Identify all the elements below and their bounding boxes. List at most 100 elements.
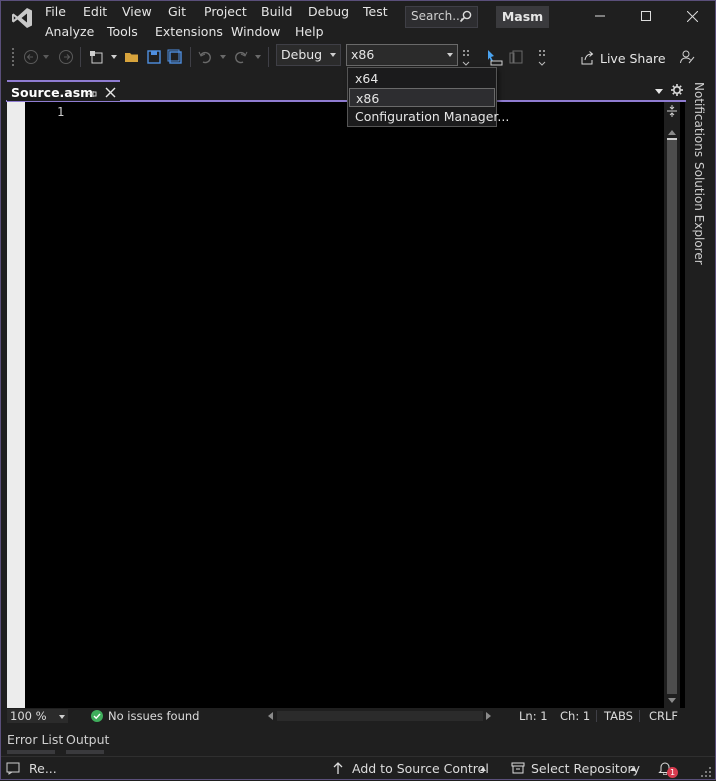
add-to-source-control-button[interactable]: Add to Source Control xyxy=(330,757,490,780)
save-icon[interactable] xyxy=(145,48,163,66)
menu-tools[interactable]: Tools xyxy=(107,22,138,42)
resize-grip-icon[interactable] xyxy=(700,766,712,778)
menu-file[interactable]: File xyxy=(45,2,66,22)
editor-margin xyxy=(7,102,25,708)
menu-bar: File Edit View Git Project Build Debug T… xyxy=(40,2,400,42)
line-indicator[interactable]: Ln: 1 xyxy=(519,709,548,723)
close-window-button[interactable] xyxy=(669,0,715,32)
menu-view[interactable]: View xyxy=(122,2,152,22)
solution-platform-value: x86 xyxy=(351,47,375,62)
navigate-forward-icon[interactable] xyxy=(57,48,75,66)
tab-output[interactable]: Output xyxy=(64,730,109,756)
document-tab-strip: Source.asm xyxy=(6,80,686,102)
side-panel-tab-notifications[interactable]: Notifications xyxy=(688,80,710,157)
check-circle-icon xyxy=(91,710,103,725)
chevron-down-icon xyxy=(59,715,65,719)
platform-option-x64[interactable]: x64 xyxy=(349,69,495,88)
side-panel-notifications-label: Notifications xyxy=(692,82,706,158)
minimize-button[interactable] xyxy=(577,0,623,32)
select-repository-button[interactable]: Select Repository xyxy=(510,757,640,780)
scrollbar-thumb[interactable] xyxy=(667,138,677,694)
navigate-back-icon[interactable] xyxy=(22,48,40,66)
chevron-up-icon xyxy=(480,767,486,771)
feedback-person-icon[interactable] xyxy=(678,48,696,66)
maximize-button[interactable] xyxy=(623,0,669,32)
search-label: Search... xyxy=(411,9,464,23)
scroll-right-arrow-icon[interactable] xyxy=(486,712,491,720)
new-project-icon[interactable] xyxy=(88,48,106,66)
redo-icon[interactable] xyxy=(231,48,249,66)
toolbar-grip[interactable] xyxy=(12,48,16,66)
document-tab-title: Source.asm xyxy=(11,85,94,100)
platform-option-configuration-manager[interactable]: Configuration Manager... xyxy=(349,107,509,126)
menu-debug[interactable]: Debug xyxy=(308,2,349,22)
issues-text: No issues found xyxy=(108,709,200,723)
menu-git[interactable]: Git xyxy=(168,2,186,22)
menu-help[interactable]: Help xyxy=(295,22,324,42)
solution-configuration-value: Debug xyxy=(281,47,323,62)
add-to-source-control-label: Add to Source Control xyxy=(352,761,489,776)
status-ready-text: Re... xyxy=(29,761,57,776)
live-share-button[interactable]: Live Share xyxy=(576,47,666,69)
vertical-scrollbar[interactable] xyxy=(664,102,680,708)
solution-platform-combo[interactable]: x86 xyxy=(346,44,458,66)
toolbar-overflow-icon[interactable] xyxy=(462,48,470,68)
side-panel-solution-explorer-label: Solution Explorer xyxy=(692,162,706,265)
solution-name-badge[interactable]: Masm xyxy=(496,6,549,28)
settings-gear-icon[interactable] xyxy=(671,84,683,99)
undo-icon[interactable] xyxy=(197,48,215,66)
scroll-down-arrow-icon[interactable] xyxy=(668,698,676,703)
menu-test[interactable]: Test xyxy=(363,2,388,22)
save-all-icon[interactable] xyxy=(166,48,184,66)
open-folder-icon[interactable] xyxy=(123,48,141,66)
menu-extensions[interactable]: Extensions xyxy=(155,22,223,42)
bottom-tool-tabs: Error List Output xyxy=(0,728,716,756)
pin-tab-icon[interactable] xyxy=(87,87,97,102)
navigate-back-dropdown-icon[interactable] xyxy=(43,55,49,59)
menu-project[interactable]: Project xyxy=(204,2,247,22)
column-indicator[interactable]: Ch: 1 xyxy=(560,709,590,723)
code-editor[interactable]: 1 xyxy=(7,102,685,708)
scroll-left-arrow-icon[interactable] xyxy=(268,712,273,720)
output-window-icon[interactable] xyxy=(6,761,20,778)
zoom-combo[interactable]: 100 % xyxy=(7,709,68,723)
live-share-label: Live Share xyxy=(600,51,666,66)
line-ending[interactable]: CRLF xyxy=(649,709,678,723)
repository-icon xyxy=(511,762,525,777)
document-outline-icon[interactable] xyxy=(507,48,525,66)
toolbar-overflow-icon[interactable] xyxy=(538,48,546,68)
solution-configuration-combo[interactable]: Debug xyxy=(276,44,341,66)
platform-dropdown-list: x64 x86 Configuration Manager... xyxy=(347,67,509,127)
menu-build[interactable]: Build xyxy=(261,2,292,22)
chevron-down-icon xyxy=(330,53,336,57)
menu-analyze[interactable]: Analyze xyxy=(45,22,94,42)
issues-indicator[interactable]: No issues found xyxy=(90,709,260,723)
redo-dropdown-icon[interactable] xyxy=(255,55,261,59)
start-debugging-icon[interactable] xyxy=(485,48,503,66)
tab-list-dropdown-icon[interactable] xyxy=(655,89,663,94)
share-icon xyxy=(580,51,594,68)
notification-count-badge: 1 xyxy=(667,767,678,778)
side-panel-tab-solution-explorer[interactable]: Solution Explorer xyxy=(688,160,710,265)
search-box[interactable]: Search... xyxy=(405,6,478,28)
new-project-dropdown-icon[interactable] xyxy=(111,55,117,59)
undo-dropdown-icon[interactable] xyxy=(220,55,226,59)
arrow-up-icon xyxy=(332,761,344,778)
indent-mode[interactable]: TABS xyxy=(604,709,633,723)
chevron-down-icon xyxy=(447,53,453,57)
close-tab-icon[interactable] xyxy=(105,86,116,101)
select-repository-label: Select Repository xyxy=(531,761,641,776)
scroll-up-arrow-icon[interactable] xyxy=(668,130,676,135)
document-tab-source-asm[interactable]: Source.asm xyxy=(7,80,120,101)
horizontal-scrollbar[interactable] xyxy=(265,709,495,723)
tab-error-list[interactable]: Error List xyxy=(4,730,63,756)
zoom-level: 100 % xyxy=(10,709,47,723)
notifications-bell-button[interactable]: 1 xyxy=(658,759,680,779)
split-window-icon[interactable] xyxy=(666,105,678,120)
chevron-up-icon xyxy=(630,767,636,771)
platform-option-x86[interactable]: x86 xyxy=(349,88,495,107)
editor-status-bar: 100 % No issues found Ln: 1 Ch: 1 TABS C… xyxy=(7,709,685,723)
menu-window[interactable]: Window xyxy=(231,22,280,42)
visual-studio-logo-icon xyxy=(10,6,34,30)
menu-edit[interactable]: Edit xyxy=(83,2,107,22)
